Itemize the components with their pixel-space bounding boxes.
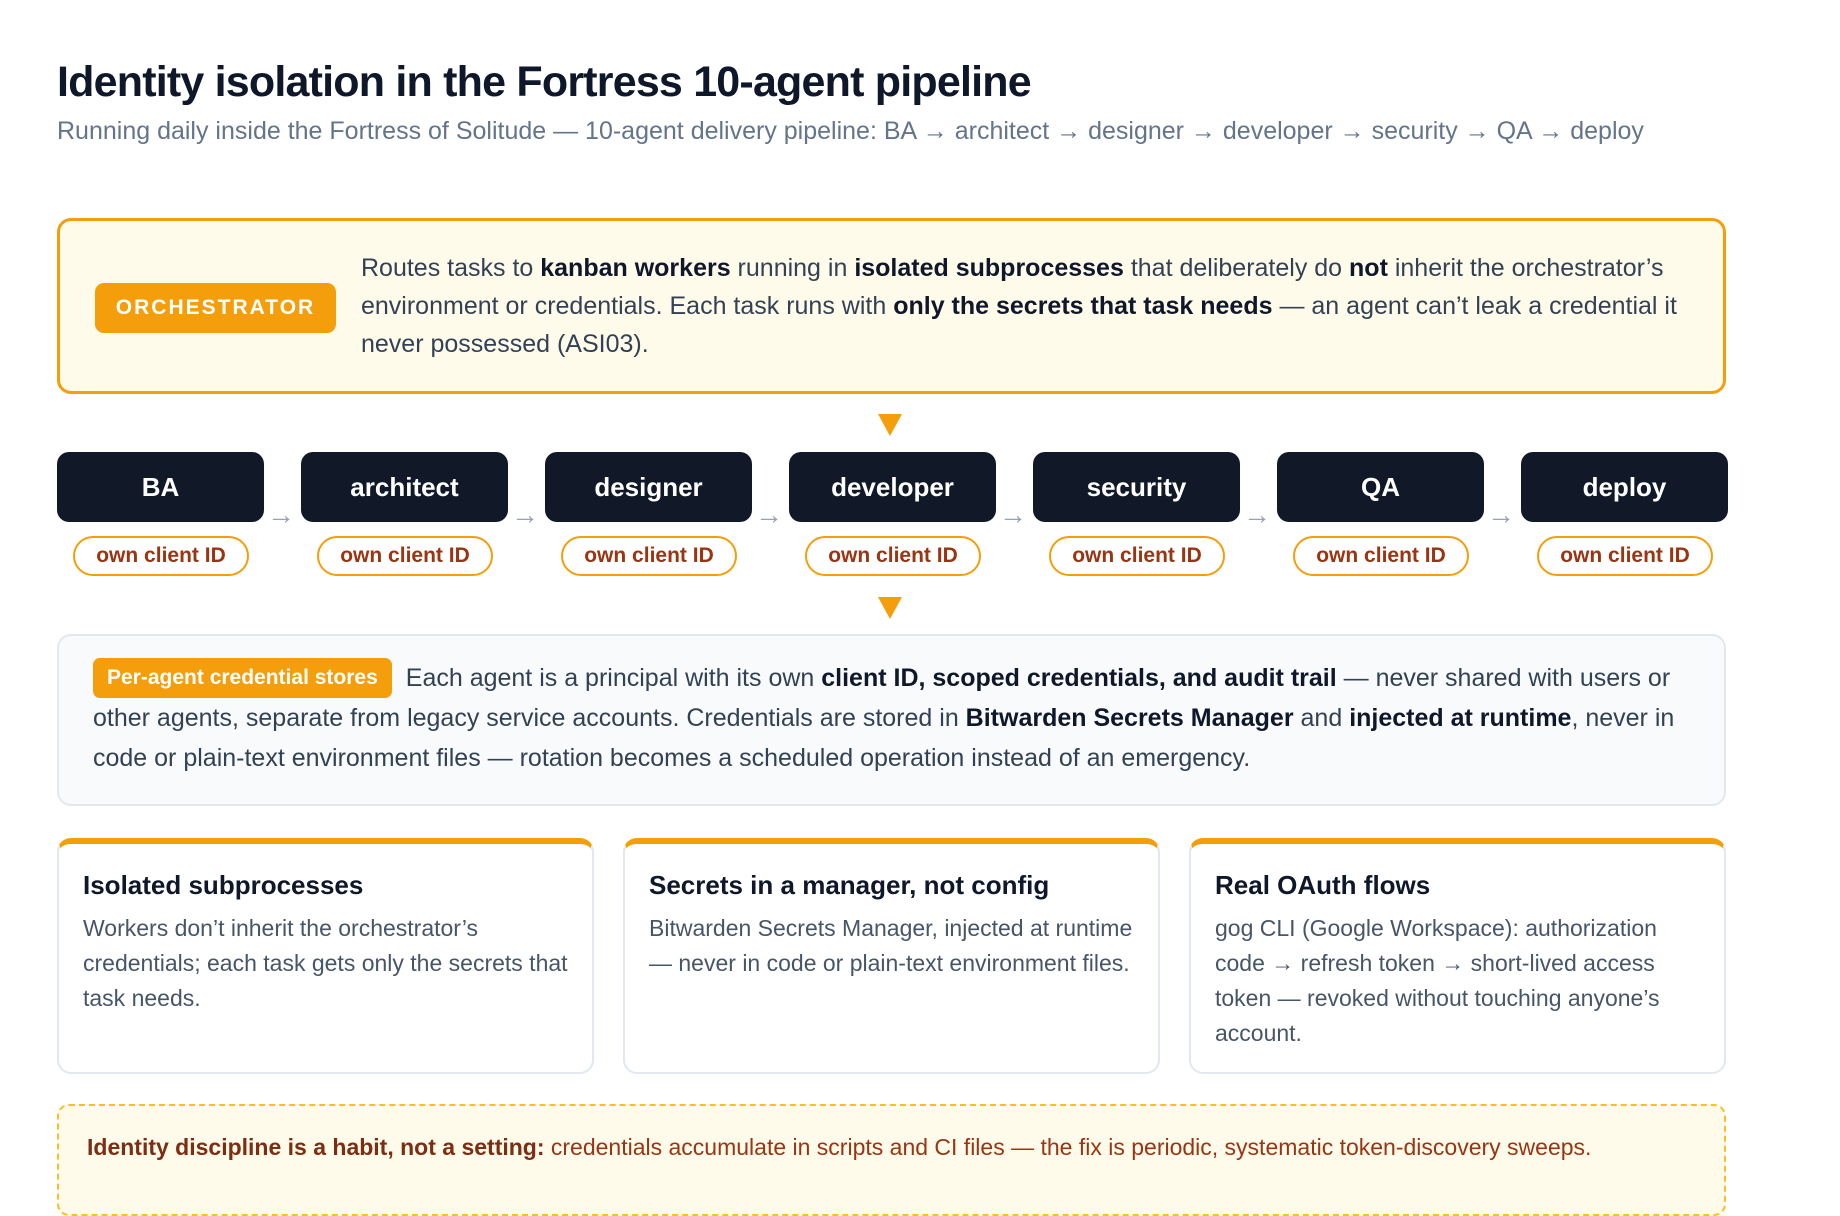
client-id-tag: own client ID xyxy=(561,536,737,576)
right-arrow-icon: → xyxy=(755,499,783,530)
client-id-tag: own client ID xyxy=(317,536,493,576)
card-body: Bitwarden Secrets Manager, injected at r… xyxy=(649,915,1133,976)
orch-text-seg: only the secrets that task needs xyxy=(893,292,1273,320)
orch-text-seg: kanban workers xyxy=(540,254,731,282)
client-id-tag: own client ID xyxy=(1537,536,1713,576)
store-text-seg: client ID, scoped credentials, and audit… xyxy=(821,664,1337,692)
client-id-tag: own client ID xyxy=(1049,536,1225,576)
stage-deploy: deploy xyxy=(1521,452,1728,522)
card-body: gog CLI (Google Workspace): authorizatio… xyxy=(1215,915,1660,1046)
stage-label: QA xyxy=(1361,471,1400,502)
orchestrator-badge: ORCHESTRATOR xyxy=(95,283,336,333)
orch-text-seg: isolated subprocesses xyxy=(854,254,1124,282)
stage-qa: QA xyxy=(1277,452,1484,522)
orch-text-seg: that deliberately do xyxy=(1123,254,1350,282)
credential-stores-badge: Per-agent credential stores xyxy=(93,658,392,698)
stage-developer: developer xyxy=(789,452,996,522)
page-title: Identity isolation in the Fortress 10-ag… xyxy=(57,58,1032,106)
credential-stores-panel: Per-agent credential stores Each agent is… xyxy=(57,634,1726,806)
page-subtitle: Running daily inside the Fortress of Sol… xyxy=(57,117,1644,145)
store-text-seg: and xyxy=(1293,704,1350,732)
card-body: Workers don’t inherit the orchestrator’s… xyxy=(83,915,568,1011)
identity-discipline-note: Identity discipline is a habit, not a se… xyxy=(57,1104,1726,1216)
note-text: credentials accumulate in scripts and CI… xyxy=(544,1134,1592,1160)
right-arrow-icon: → xyxy=(999,499,1027,530)
right-arrow-icon: → xyxy=(267,499,295,530)
card-title: Isolated subprocesses xyxy=(83,870,364,900)
right-arrow-icon: → xyxy=(1487,499,1515,530)
stage-label: developer xyxy=(831,471,954,502)
orch-text-seg: not xyxy=(1349,254,1388,282)
stage-ba: BA xyxy=(57,452,264,522)
stage-label: security xyxy=(1086,471,1187,502)
stage-designer: designer xyxy=(545,452,752,522)
right-arrow-icon: → xyxy=(511,499,539,530)
card-title: Secrets in a manager, not config xyxy=(649,870,1050,900)
stage-label: deploy xyxy=(1582,471,1667,502)
note-lead: Identity discipline is a habit, not a se… xyxy=(87,1134,545,1160)
orch-text-seg: running in xyxy=(730,254,855,282)
stage-architect: architect xyxy=(301,452,508,522)
client-id-tag: own client ID xyxy=(805,536,981,576)
client-id-tag: own client ID xyxy=(73,536,249,576)
client-id-tag: own client ID xyxy=(1293,536,1469,576)
credential-stores-description: Per-agent credential stores Each agent is… xyxy=(93,658,1698,778)
card-title: Real OAuth flows xyxy=(1215,870,1431,900)
orchestrator-panel: ORCHESTRATOR Routes tasks to kanban work… xyxy=(57,218,1726,394)
down-arrow-icon xyxy=(878,414,902,436)
stage-label: architect xyxy=(350,471,459,502)
orch-text-seg: Routes tasks to xyxy=(361,254,541,282)
stage-security: security xyxy=(1033,452,1240,522)
stage-label: designer xyxy=(594,471,703,502)
stage-label: BA xyxy=(141,471,180,502)
card-isolated-subprocesses: Isolated subprocesses Workers don’t inhe… xyxy=(57,838,594,1074)
card-oauth-flows: Real OAuth flows gog CLI (Google Workspa… xyxy=(1189,838,1726,1074)
orchestrator-description: Routes tasks to kanban workers running i… xyxy=(361,249,1701,363)
down-arrow-icon xyxy=(878,597,902,619)
store-text-seg: Bitwarden Secrets Manager xyxy=(965,704,1294,732)
store-text-seg: injected at runtime xyxy=(1349,704,1572,732)
card-secrets-manager: Secrets in a manager, not config Bitward… xyxy=(623,838,1160,1074)
right-arrow-icon: → xyxy=(1243,499,1271,530)
store-text-seg: Each agent is a principal with its own xyxy=(405,664,822,692)
